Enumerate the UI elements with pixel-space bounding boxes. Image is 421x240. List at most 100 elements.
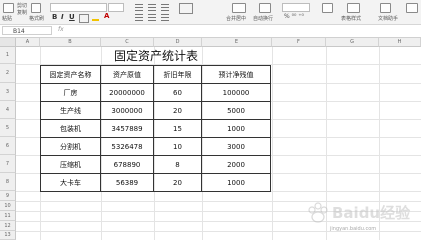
table-header-row: 固定资产名称 资产原值 折旧年限 预计净残值 xyxy=(40,65,271,84)
row-header-1[interactable]: 1 xyxy=(0,47,16,64)
row-header-8[interactable]: 8 xyxy=(0,173,16,191)
row-header-7[interactable]: 7 xyxy=(0,155,16,173)
percent-icon[interactable]: % ⁰⁰ ⁺⁰ xyxy=(284,13,304,20)
column-header-b[interactable]: B xyxy=(40,38,101,47)
row-header-3[interactable]: 3 xyxy=(0,83,16,101)
underline-button[interactable]: U xyxy=(69,13,75,21)
header-cell[interactable]: 折旧年限 xyxy=(153,65,202,84)
copy-button[interactable]: 复制 xyxy=(17,9,27,16)
justify-icon[interactable] xyxy=(179,3,193,14)
format-painter-icon[interactable] xyxy=(31,3,41,13)
table-cell[interactable]: 100000 xyxy=(201,83,271,102)
table-cell[interactable]: 压缩机 xyxy=(40,155,101,174)
table-cell[interactable]: 678890 xyxy=(100,155,154,174)
table-cell[interactable]: 15 xyxy=(153,119,202,138)
table-cell[interactable]: 1000 xyxy=(201,173,271,192)
bold-button[interactable]: B xyxy=(52,13,57,21)
fill-color-icon[interactable] xyxy=(92,13,99,21)
table-cell[interactable]: 8 xyxy=(153,155,202,174)
table-row: 包装机 3457889 15 1000 xyxy=(40,119,271,138)
column-header-d[interactable]: D xyxy=(154,38,202,47)
align-right-icon[interactable] xyxy=(161,14,169,15)
paste-icon[interactable] xyxy=(3,3,14,13)
table-cell[interactable]: 2000 xyxy=(201,155,271,174)
table-cell[interactable]: 3457889 xyxy=(100,119,154,138)
row-header-6[interactable]: 6 xyxy=(0,137,16,155)
font-size-dropdown[interactable] xyxy=(108,3,124,12)
table-cell[interactable]: 包装机 xyxy=(40,119,101,138)
baidu-jingyan-watermark-logo: Baidu经验 xyxy=(308,202,411,223)
row-header-9[interactable]: 9 xyxy=(0,191,16,201)
select-all-corner[interactable] xyxy=(0,38,16,47)
italic-button[interactable]: I xyxy=(61,13,64,21)
row-header-2[interactable]: 2 xyxy=(0,64,16,83)
watermark-brand: Baidu经验 xyxy=(332,204,411,222)
table-cell[interactable]: 60 xyxy=(153,83,202,102)
table-style-button[interactable]: 表格样式 xyxy=(341,15,361,22)
font-color-icon[interactable]: A xyxy=(104,12,109,20)
table-cell[interactable]: 10 xyxy=(153,137,202,156)
row-header-11[interactable]: 11 xyxy=(0,211,16,221)
table-row: 厂房 20000000 60 100000 xyxy=(40,83,271,102)
table-cell[interactable]: 1000 xyxy=(201,119,271,138)
table-cell[interactable]: 分割机 xyxy=(40,137,101,156)
wrap-text-button[interactable]: 自动换行 xyxy=(253,15,273,22)
asset-table: 固定资产名称 资产原值 折旧年限 预计净残值 厂房 20000000 60 10… xyxy=(40,65,271,192)
align-left-icon[interactable] xyxy=(135,14,143,15)
table-row: 压缩机 678890 8 2000 xyxy=(40,155,271,174)
row-header-10[interactable]: 10 xyxy=(0,201,16,211)
align-middle-icon[interactable] xyxy=(148,4,156,5)
help-icon[interactable] xyxy=(406,3,418,13)
wrap-text-icon[interactable] xyxy=(259,3,271,13)
format-painter-button[interactable]: 格式刷 xyxy=(29,15,44,22)
table-row: 生产线 3000000 20 5000 xyxy=(40,101,271,120)
table-row: 分割机 5326478 10 3000 xyxy=(40,137,271,156)
align-bottom-icon[interactable] xyxy=(161,4,169,5)
header-cell[interactable]: 固定资产名称 xyxy=(40,65,101,84)
table-cell[interactable]: 大卡车 xyxy=(40,173,101,192)
formula-input[interactable] xyxy=(72,26,417,35)
number-format-dropdown[interactable] xyxy=(282,3,310,12)
row-header-5[interactable]: 5 xyxy=(0,119,16,137)
align-top-icon[interactable] xyxy=(135,4,143,5)
doc-assistant-icon[interactable] xyxy=(380,3,391,13)
merge-center-icon[interactable] xyxy=(232,3,246,13)
font-name-dropdown[interactable] xyxy=(50,3,107,12)
ribbon-toolbar: 粘贴 剪切 复制 格式刷 B I U A 合并居中 自动换行 % ⁰⁰ ⁺⁰ 表… xyxy=(0,0,421,25)
column-header-a[interactable]: A xyxy=(16,38,40,47)
header-cell[interactable]: 预计净残值 xyxy=(201,65,271,84)
row-header-12[interactable]: 12 xyxy=(0,221,16,231)
table-cell[interactable]: 厂房 xyxy=(40,83,101,102)
table-cell[interactable]: 20 xyxy=(153,101,202,120)
table-style-icon[interactable] xyxy=(347,3,360,13)
doc-assistant-button[interactable]: 文档助手 xyxy=(378,15,398,22)
column-header-g[interactable]: G xyxy=(326,38,379,47)
column-header-c[interactable]: C xyxy=(101,38,154,47)
table-cell[interactable]: 3000000 xyxy=(100,101,154,120)
align-center-icon[interactable] xyxy=(148,14,156,15)
table-cell[interactable]: 生产线 xyxy=(40,101,101,120)
fx-icon[interactable]: fx xyxy=(58,26,64,33)
cut-button[interactable]: 剪切 xyxy=(17,2,27,9)
conditional-format-icon[interactable] xyxy=(322,3,333,13)
border-icon[interactable] xyxy=(79,14,89,23)
row-header-13[interactable]: 13 xyxy=(0,231,16,240)
sheet-title[interactable]: 固定资产统计表 xyxy=(40,48,272,64)
name-box[interactable]: B14 xyxy=(2,26,52,35)
header-cell[interactable]: 资产原值 xyxy=(100,65,154,84)
table-cell[interactable]: 5000 xyxy=(201,101,271,120)
column-header-f[interactable]: F xyxy=(272,38,326,47)
watermark-url: jingyan.baidu.com xyxy=(330,226,377,232)
merge-center-button[interactable]: 合并居中 xyxy=(226,15,246,22)
column-header-e[interactable]: E xyxy=(202,38,272,47)
table-cell[interactable]: 56389 xyxy=(100,173,154,192)
row-header-4[interactable]: 4 xyxy=(0,101,16,119)
table-cell[interactable]: 5326478 xyxy=(100,137,154,156)
table-cell[interactable]: 20 xyxy=(153,173,202,192)
paste-button[interactable]: 粘贴 xyxy=(2,15,12,22)
table-row: 大卡车 56389 20 1000 xyxy=(40,173,271,192)
table-cell[interactable]: 3000 xyxy=(201,137,271,156)
formula-bar: B14 fx xyxy=(0,25,421,38)
table-cell[interactable]: 20000000 xyxy=(100,83,154,102)
column-header-h[interactable]: H xyxy=(379,38,421,47)
